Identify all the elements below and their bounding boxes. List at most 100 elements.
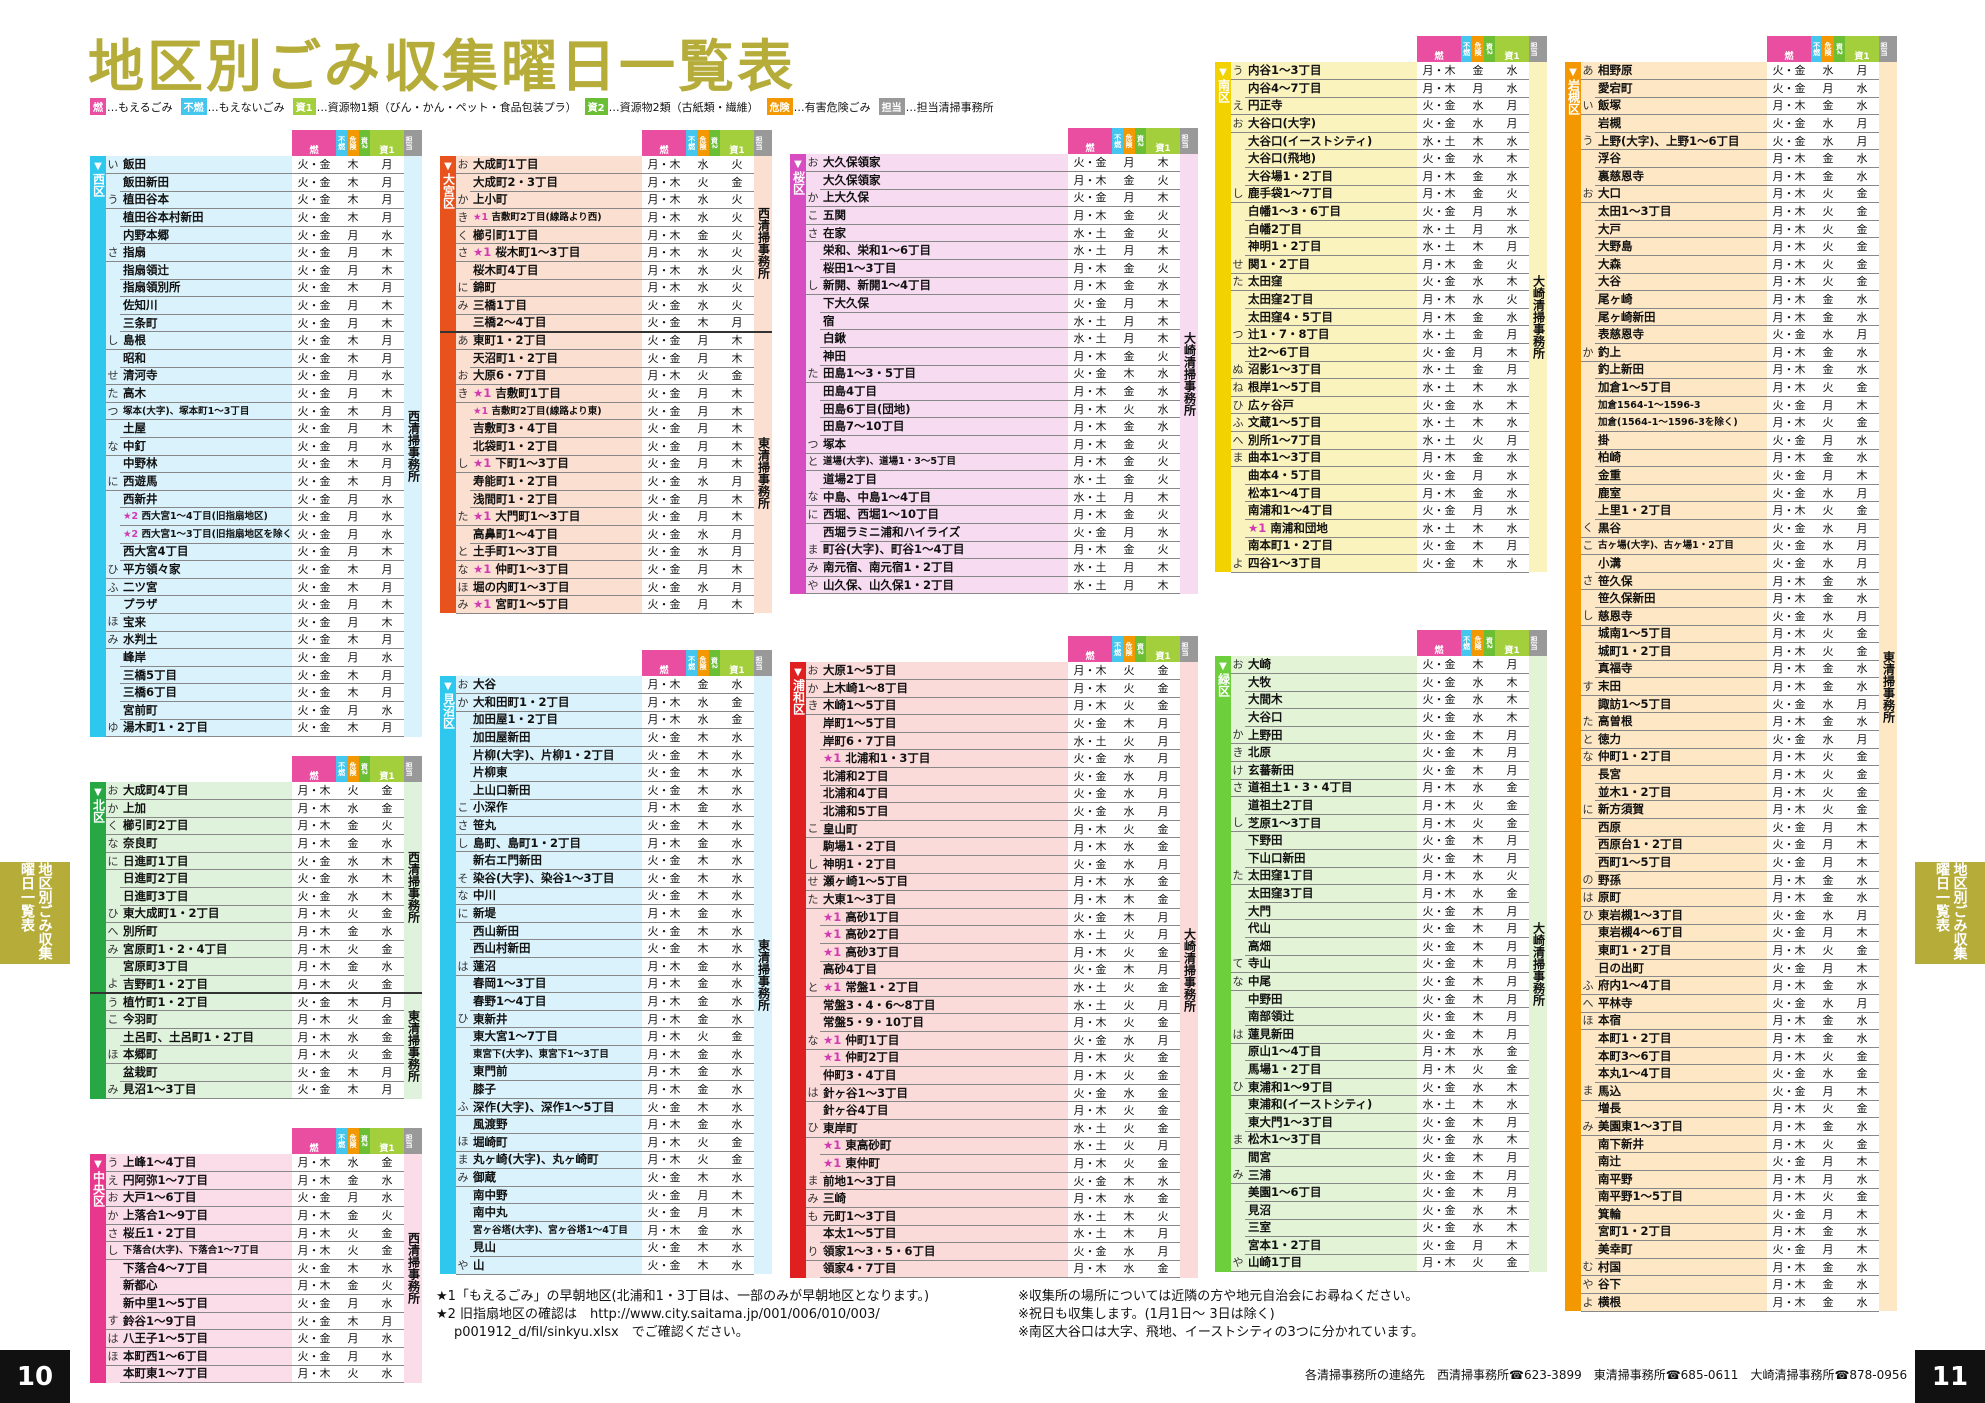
funen-day: 木	[336, 631, 370, 650]
moeru-day: 月・木	[1068, 505, 1112, 524]
moeru-day: 月・木	[642, 261, 686, 280]
table-row: も元町1〜3丁目 水・土木火	[790, 1207, 1198, 1226]
kana-index	[1581, 1188, 1595, 1206]
header-shi1: 資1	[1495, 36, 1529, 62]
shigen-day: 木	[1495, 1131, 1529, 1150]
funen-day: 金	[1461, 361, 1495, 380]
shigen-day: 木	[1495, 673, 1529, 692]
moeru-day: 火・金	[642, 1239, 686, 1258]
district-name: 浅間町1・2丁目	[470, 490, 642, 509]
district-name: 指扇領辻	[120, 261, 292, 280]
moeru-day: 月・木	[1068, 1049, 1112, 1068]
shigen-day: 月	[1146, 1031, 1180, 1050]
header-shi1: 資1	[1146, 636, 1180, 662]
kana-index: た	[1581, 712, 1595, 732]
district-name: 西町1〜5丁目	[1595, 853, 1767, 872]
table-row: 指扇領辻 火・金月木	[90, 261, 422, 280]
funen-day: 金	[1811, 871, 1845, 890]
district-name: 南部領辻	[1245, 1007, 1417, 1026]
kana-index	[1581, 308, 1595, 326]
kana-index	[1231, 1219, 1245, 1237]
table-row: み ★1 宮町1〜5丁目 火・金月木	[440, 595, 772, 614]
header-kiken: 危険	[1472, 630, 1484, 656]
moeru-day: 月・木	[1068, 382, 1112, 401]
district-name: ★1 東仲町	[820, 1154, 1068, 1173]
table-row: 南浦和1〜4丁目 火・金月水	[1215, 501, 1547, 520]
district-name: 北袋町1・2丁目	[470, 437, 642, 456]
funen-day: 水	[686, 191, 720, 210]
moeru-day: 月・木	[1767, 589, 1811, 608]
table-row: ほ堀崎町 月・木火金	[440, 1133, 772, 1152]
table-row: つ辻1・7・8丁目 水・土金月	[1215, 325, 1547, 344]
shigen-day: 金	[1146, 1154, 1180, 1173]
kana-index	[1581, 642, 1595, 661]
district-name: 笹久保新田	[1595, 589, 1767, 608]
shigen-day: 金	[1845, 237, 1879, 257]
funen-day: 月	[686, 349, 720, 368]
shigen-day: 木	[720, 560, 754, 579]
table-row: い飯塚 月・木金水	[1565, 97, 1897, 116]
legend-text: …担当清掃事務所	[905, 101, 994, 114]
kana-index	[806, 749, 820, 768]
shigen-day: 金	[370, 1224, 404, 1243]
moeru-day: 月・木	[1767, 677, 1811, 696]
moeru-day: 火・金	[1068, 1084, 1112, 1103]
table-row: と ★1 常盤1・2丁目 水・土火金	[790, 978, 1198, 997]
funen-day: 木	[1461, 972, 1495, 991]
district-name: 仲町3・4丁目	[820, 1066, 1068, 1085]
table-row: ★2 西大宮1〜4丁目(旧指扇地区) 火・金月水	[90, 507, 422, 526]
funen-day: 水	[1461, 114, 1495, 133]
funen-day: 金	[1112, 505, 1146, 524]
moeru-day: 火・金	[292, 701, 336, 720]
shigen-day: 金	[1845, 783, 1879, 802]
table-row: ▼ 桜区お大久保領家 火・金月木大崎清掃事務所	[790, 154, 1198, 594]
district-name: 松木1〜3丁目	[1245, 1131, 1417, 1150]
table-row: 春岡1〜3丁目 月・木金水	[440, 975, 772, 994]
kana-index	[806, 961, 820, 979]
moeru-day: 火・金	[292, 560, 336, 579]
table-row: み御蔵 火・金木水	[440, 1168, 772, 1187]
funen-day: 火	[1811, 378, 1845, 397]
header-kiken: 危険	[1123, 636, 1135, 662]
district-name: 村国	[1595, 1258, 1767, 1277]
table-row: 中野林 火・金木月	[90, 455, 422, 474]
shigen-day: 水	[720, 816, 754, 835]
funen-day: 金	[336, 922, 370, 941]
moeru-day: 月・木	[1068, 1189, 1112, 1208]
district-name: 新都心	[120, 1277, 292, 1296]
header-tanto: 担当	[754, 650, 772, 676]
funen-day: 火	[1811, 1100, 1845, 1119]
kana-index	[456, 261, 470, 280]
shigen-day: 木	[1845, 466, 1879, 485]
district-name: 東宮下(大字)、東宮下1〜3丁目	[470, 1045, 642, 1064]
shigen-day: 月	[1845, 730, 1879, 749]
table-row: 下落合4〜7丁目 火・金木水	[90, 1259, 422, 1278]
funen-day: 水	[1811, 695, 1845, 714]
kana-index	[456, 922, 470, 940]
kana-index: ほ	[1581, 1012, 1595, 1031]
district-name: 本丸1〜4丁目	[1595, 1064, 1767, 1083]
table-row: 飯田新田 火・金木月	[90, 173, 422, 192]
shigen-day: 水	[720, 1239, 754, 1258]
table-row: に西遊馬 火・金木月	[90, 472, 422, 491]
kana-index	[1581, 1029, 1595, 1048]
shigen-day: 水	[1845, 290, 1879, 309]
table-row: し芝原1〜3丁目 月・木火金	[1215, 814, 1547, 833]
funen-day: 火	[1811, 202, 1845, 221]
kana-index	[106, 957, 120, 976]
district-name: 片柳東	[470, 763, 642, 783]
shigen-day: 金	[720, 1133, 754, 1152]
shigen-day: 水	[370, 1171, 404, 1190]
table-row: や谷下 月・木金水	[1565, 1275, 1897, 1295]
kana-index: へ	[1231, 431, 1245, 450]
district-name: 植田谷本村新田	[120, 208, 292, 227]
office-name: 西清掃事務所	[754, 156, 772, 332]
header-shi2: 資2	[358, 130, 370, 156]
funen-day: 月	[1112, 154, 1146, 173]
table-row: み南元宿、南元宿1・2丁目 水・土月木	[790, 558, 1198, 577]
table-row: 北袋町1・2丁目 火・金月木	[440, 437, 772, 456]
funen-day: 金	[686, 834, 720, 853]
kana-index: た	[1231, 273, 1245, 292]
kana-index: ひ	[1581, 906, 1595, 925]
moeru-day: 火・金	[1417, 554, 1461, 573]
